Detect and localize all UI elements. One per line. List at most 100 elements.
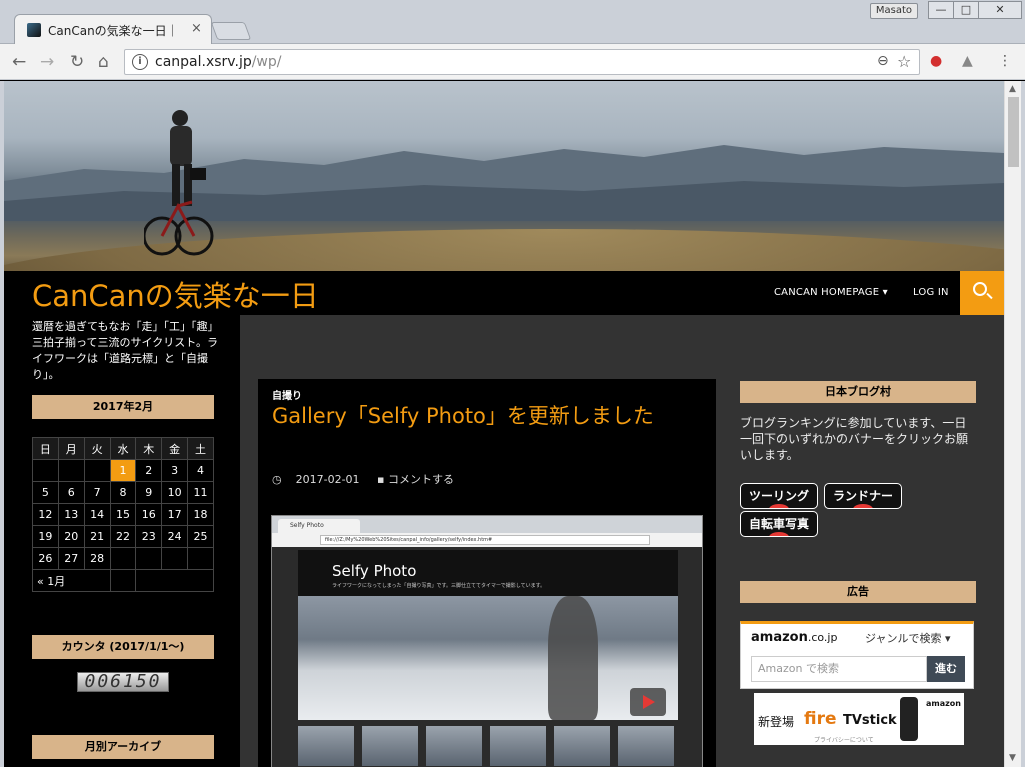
menu-dots-icon[interactable]: ⋮: [998, 53, 1012, 69]
day-cell: 15: [109, 503, 137, 526]
blogmura-touring-button[interactable]: ツーリング: [740, 483, 818, 509]
amazon-go-button[interactable]: 進む: [927, 656, 965, 682]
shot-title: Selfy Photo: [332, 562, 417, 580]
search-button[interactable]: [960, 271, 1004, 315]
day-cell: [109, 547, 137, 570]
new-tab-button[interactable]: [210, 22, 252, 40]
play-icon: [630, 688, 666, 716]
day-cell: [32, 459, 59, 482]
weekday-cell: 土: [187, 437, 214, 460]
right-sidebar: 日本ブログ村 ブログランキングに参加しています、一日一回下のいずれかのバナーをク…: [740, 381, 976, 767]
weekday-cell: 日: [32, 437, 59, 460]
browser-titlebar: CanCanの気楽な一日｜ × Masato — □ ✕: [0, 0, 1025, 44]
post-date[interactable]: 2017-02-01: [296, 473, 360, 486]
site-title[interactable]: CanCanの気楽な一日: [32, 273, 319, 315]
browser-toolbar: ← → ↻ ⌂ i canpal.xsrv.jp/wp/ ⊖ ☆ ● ▲ ⋮: [0, 44, 1025, 80]
day-cell: 12: [32, 503, 59, 526]
reload-icon[interactable]: ↻: [70, 52, 84, 72]
day-cell: 18: [187, 503, 214, 526]
firetv-privacy-link[interactable]: プライバシーについて: [814, 735, 874, 744]
day-cell: [187, 547, 214, 570]
post-title[interactable]: Gallery「Selfy Photo」を更新しました: [272, 403, 712, 430]
day-cell: 17: [161, 503, 189, 526]
day-cell: 2: [135, 459, 163, 482]
back-arrow-icon[interactable]: ←: [12, 52, 26, 72]
nav-cancan-homepage[interactable]: CANCAN HOMEPAGE ▾: [774, 287, 888, 298]
post-meta: ◷ 2017-02-01 ▪ コメントする: [272, 471, 454, 487]
site-header: CanCanの気楽な一日 CANCAN HOMEPAGE ▾ LOG IN: [4, 271, 1004, 315]
blogmura-text: ブログランキングに参加しています、一日一回下のいずれかのバナーをクリックお願いし…: [740, 416, 969, 462]
shot-subtitle: ライフワークになってしまった「自撮り写真」です。三脚仕立ててタイマーで撮影してい…: [332, 583, 546, 589]
calendar-weekdays: 日 月 火 水 木 金 土: [32, 437, 214, 460]
page-scrollbar[interactable]: ▲ ▼: [1004, 81, 1021, 767]
scroll-up-icon[interactable]: ▲: [1009, 84, 1016, 94]
tab-close-icon[interactable]: ×: [191, 21, 202, 36]
post-screenshot-image[interactable]: Selfy Photo file:///Z:/My%20Web%20Sites/…: [271, 515, 703, 767]
minimize-button[interactable]: —: [928, 1, 954, 19]
day-cell: 22: [109, 525, 137, 548]
site-info-icon[interactable]: i: [132, 54, 148, 70]
web-page: CanCanの気楽な一日 CANCAN HOMEPAGE ▾ LOG IN 還暦…: [4, 81, 1004, 767]
archive-title: 月別アーカイブ: [32, 735, 214, 759]
amazon-search-widget: amazon.co.jp ジャンルで検索 ▾ Amazon で検索 進む: [740, 621, 974, 689]
thumbnail: [490, 726, 546, 766]
forward-arrow-icon[interactable]: →: [40, 52, 54, 72]
weekday-cell: 火: [83, 437, 111, 460]
drive-extension-icon[interactable]: ▲: [962, 53, 973, 69]
zoom-icon[interactable]: ⊖: [877, 53, 889, 69]
weekday-cell: 木: [135, 437, 163, 460]
firetv-tv-label: TVstick: [843, 713, 897, 728]
thumbnail: [362, 726, 418, 766]
close-window-button[interactable]: ✕: [978, 1, 1022, 19]
day-cell: 5: [32, 481, 59, 504]
day-cell: 13: [57, 503, 85, 526]
day-cell: [109, 569, 137, 592]
left-sidebar: 還暦を過ぎてもなお「走」「工」「趣」三拍子揃って三流のサイクリスト。ライフワーク…: [4, 315, 240, 767]
amazon-genre-select[interactable]: ジャンルで検索 ▾: [865, 630, 950, 646]
scroll-thumb[interactable]: [1008, 97, 1019, 167]
day-cell: 4: [187, 459, 214, 482]
adblock-extension-icon[interactable]: ●: [930, 53, 942, 69]
window-frame-right: [1021, 81, 1025, 767]
calendar-title: 2017年2月: [32, 395, 214, 419]
thumbnail: [298, 726, 354, 766]
address-bar[interactable]: i canpal.xsrv.jp/wp/ ⊖ ☆: [124, 49, 920, 75]
maximize-button[interactable]: □: [953, 1, 979, 19]
day-cell: 25: [187, 525, 214, 548]
day-cell: 8: [109, 481, 137, 504]
blogmura-bicycle-photo-button[interactable]: 自転車写真: [740, 511, 818, 537]
scroll-down-icon[interactable]: ▼: [1009, 753, 1016, 763]
bookmark-star-icon[interactable]: ☆: [897, 52, 911, 71]
blogmura-randonneur-button[interactable]: ランドナー: [824, 483, 902, 509]
prev-month-link[interactable]: « 1月: [32, 569, 111, 592]
day-cell: 19: [32, 525, 59, 548]
post-comment-link[interactable]: コメントする: [388, 473, 454, 486]
weekday-cell: 金: [161, 437, 189, 460]
nav-log-in[interactable]: LOG IN: [913, 287, 949, 298]
day-cell: 24: [161, 525, 189, 548]
search-icon: [973, 282, 987, 296]
profile-button[interactable]: Masato: [870, 3, 918, 19]
day-cell: 16: [135, 503, 163, 526]
day-cell: 3: [161, 459, 189, 482]
home-icon[interactable]: ⌂: [98, 52, 109, 72]
day-cell: 14: [83, 503, 111, 526]
comment-icon: ▪: [377, 473, 385, 486]
firetv-ad-banner[interactable]: 新登場 fire TVstick amazon プライバシーについて: [754, 693, 964, 745]
browser-tab[interactable]: CanCanの気楽な一日｜ ×: [14, 14, 212, 44]
next-month-cell: [135, 569, 214, 592]
thumbnail: [426, 726, 482, 766]
url-path: /wp/: [251, 54, 282, 70]
browser-window: CanCanの気楽な一日｜ × Masato — □ ✕ ← → ↻ ⌂ i c…: [0, 0, 1025, 767]
calendar-week: 19 20 21 22 23 24 25: [32, 525, 214, 548]
calendar-week: 1 2 3 4: [32, 459, 214, 482]
post-category[interactable]: 自撮り: [272, 387, 302, 402]
firetv-brand-label: amazon: [926, 699, 961, 708]
weekday-cell: 水: [109, 437, 137, 460]
amazon-search-input[interactable]: Amazon で検索: [751, 656, 927, 682]
counter-title: カウンタ (2017/1/1～): [32, 635, 214, 659]
shot-thumbnails: [298, 726, 678, 767]
tab-title: CanCanの気楽な一日｜: [48, 24, 179, 38]
day-cell-today[interactable]: 1: [109, 459, 137, 482]
site-favicon-icon: [27, 23, 41, 37]
